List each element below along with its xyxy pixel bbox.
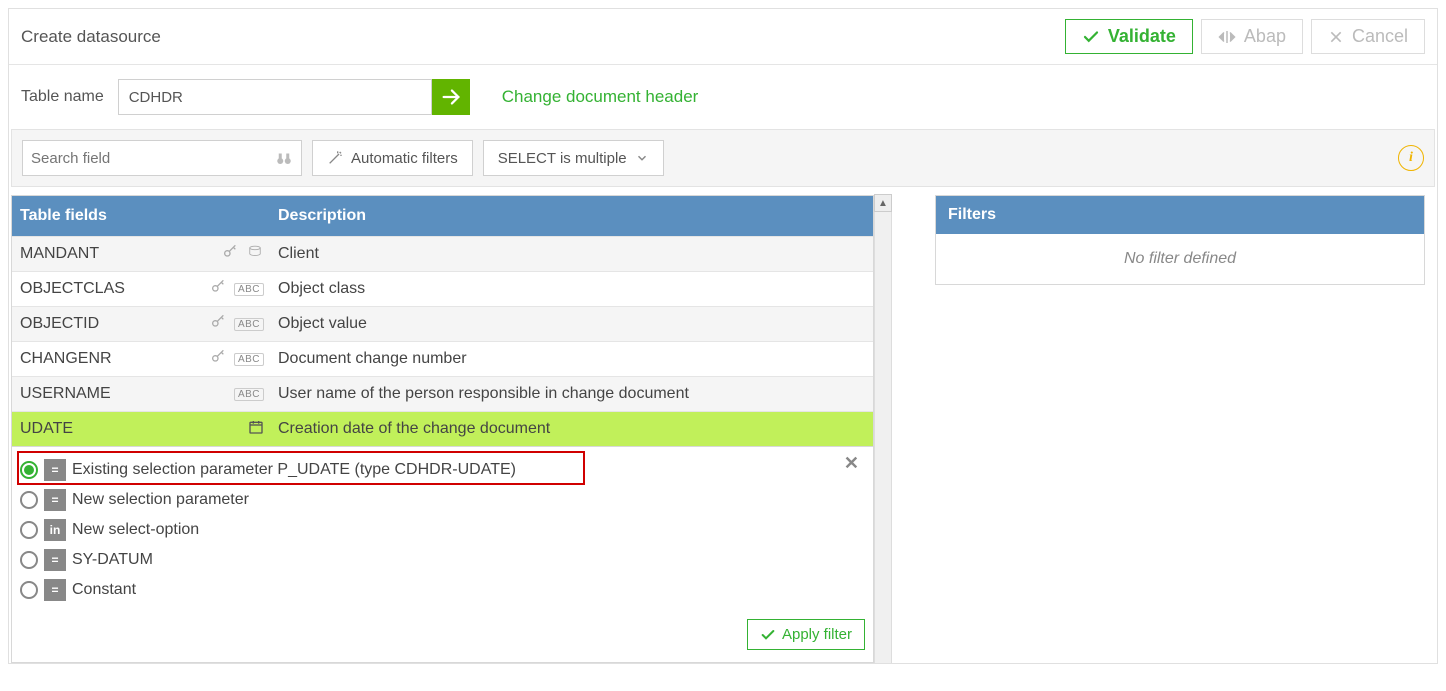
arrow-right-icon	[440, 86, 462, 108]
option-label: New select-option	[72, 521, 199, 539]
filter-option[interactable]: = Constant	[20, 575, 865, 605]
search-field-container[interactable]	[22, 140, 302, 176]
filters-header: Filters	[936, 196, 1424, 234]
table-row[interactable]: OBJECTCLAS ABC Object class	[12, 271, 873, 306]
field-description: Document change number	[272, 350, 873, 368]
table-row[interactable]: OBJECTID ABC Object value	[12, 306, 873, 341]
chevron-down-icon	[635, 151, 649, 165]
fields-grid: Table fields Description MANDANT Client OB…	[11, 195, 874, 447]
search-input[interactable]	[31, 150, 261, 167]
field-name: CHANGENR	[20, 350, 200, 368]
field-description: Object value	[272, 315, 873, 333]
close-icon	[1328, 29, 1344, 45]
radio-button[interactable]	[20, 461, 38, 479]
info-icon[interactable]: i	[1398, 145, 1424, 171]
radio-button[interactable]	[20, 551, 38, 569]
option-label: Constant	[72, 581, 136, 599]
operator-badge: =	[44, 549, 66, 571]
validate-button[interactable]: Validate	[1065, 19, 1193, 54]
radio-button[interactable]	[20, 521, 38, 539]
field-name: UDATE	[20, 420, 200, 438]
operator-badge: =	[44, 489, 66, 511]
operator-badge: in	[44, 519, 66, 541]
table-row[interactable]: CHANGENR ABC Document change number	[12, 341, 873, 376]
key-icon	[222, 244, 238, 265]
check-icon	[1082, 28, 1100, 46]
col-header-desc: Description	[272, 207, 873, 225]
type-abc-icon: ABC	[234, 388, 264, 401]
wand-icon	[327, 150, 343, 166]
operator-badge: =	[44, 459, 66, 481]
field-description: Object class	[272, 280, 873, 298]
tablename-label: Table name	[21, 88, 104, 106]
key-icon	[210, 349, 226, 370]
select-mode-dropdown[interactable]: SELECT is multiple	[483, 140, 664, 176]
automatic-filters-button[interactable]: Automatic filters	[312, 140, 473, 176]
field-description: Creation date of the change document	[272, 420, 873, 438]
table-description: Change document header	[502, 87, 699, 107]
abap-button: Abap	[1201, 19, 1303, 54]
scroll-up-arrow[interactable]: ▲	[874, 194, 892, 212]
operator-badge: =	[44, 579, 66, 601]
field-name: MANDANT	[20, 245, 200, 263]
field-description: Client	[272, 245, 873, 263]
cancel-button[interactable]: Cancel	[1311, 19, 1425, 54]
tablename-input[interactable]	[118, 79, 432, 115]
field-name: USERNAME	[20, 385, 200, 403]
filter-option[interactable]: = Existing selection parameter P_UDATE (t…	[20, 455, 865, 485]
option-label: Existing selection parameter P_UDATE (ty…	[72, 461, 516, 479]
type-abc-icon: ABC	[234, 283, 264, 296]
table-row[interactable]: UDATE Creation date of the change documen…	[12, 411, 873, 446]
go-button[interactable]	[432, 79, 470, 115]
filters-empty-text: No filter defined	[936, 234, 1424, 284]
database-icon	[246, 245, 264, 264]
radio-button[interactable]	[20, 491, 38, 509]
binoculars-icon	[275, 149, 293, 167]
check-icon	[760, 627, 776, 643]
field-name: OBJECTID	[20, 315, 200, 333]
option-label: SY-DATUM	[72, 551, 153, 569]
vertical-scrollbar[interactable]	[874, 212, 892, 663]
radio-button[interactable]	[20, 581, 38, 599]
page-title: Create datasource	[21, 27, 161, 47]
code-icon	[1218, 28, 1236, 46]
type-abc-icon: ABC	[234, 353, 264, 366]
field-name: OBJECTCLAS	[20, 280, 200, 298]
table-row[interactable]: MANDANT Client	[12, 236, 873, 271]
key-icon	[210, 279, 226, 300]
calendar-icon	[248, 419, 264, 440]
filter-option[interactable]: = SY-DATUM	[20, 545, 865, 575]
field-description: User name of the person responsible in c…	[272, 385, 873, 403]
close-options-icon[interactable]: ✕	[844, 453, 859, 474]
filter-option[interactable]: = New selection parameter	[20, 485, 865, 515]
type-abc-icon: ABC	[234, 318, 264, 331]
apply-filter-button[interactable]: Apply filter	[747, 619, 865, 650]
option-label: New selection parameter	[72, 491, 249, 509]
filter-option[interactable]: in New select-option	[20, 515, 865, 545]
key-icon	[210, 314, 226, 335]
table-row[interactable]: USERNAME ABC User name of the person respo…	[12, 376, 873, 411]
col-header-fields: Table fields	[12, 207, 272, 225]
